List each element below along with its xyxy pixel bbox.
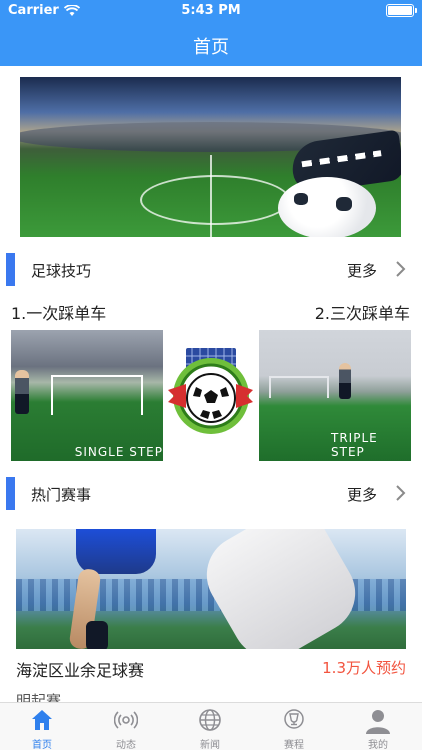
soccer-badge-icon bbox=[168, 348, 253, 434]
tab-profile[interactable]: 我的 bbox=[336, 703, 420, 750]
tab-schedule[interactable]: 赛程 bbox=[252, 703, 336, 750]
status-bar: Carrier 5:43 PM bbox=[0, 0, 422, 22]
player-figure bbox=[15, 370, 29, 414]
skill-title-1[interactable]: 1.一次踩单车 bbox=[11, 300, 106, 324]
soccer-logo bbox=[166, 330, 255, 461]
events-section-title: 热门赛事 bbox=[31, 486, 92, 504]
events-more-link[interactable]: 更多 bbox=[347, 484, 377, 505]
skill-video-thumbnail-2[interactable]: TRIPLE STEP bbox=[259, 330, 411, 461]
skill-caption-1: SINGLE STEP bbox=[74, 445, 163, 459]
match-image[interactable] bbox=[16, 529, 406, 649]
match-reservation-count: 1.3万人预约 bbox=[322, 659, 406, 677]
soccer-ball-graphic bbox=[278, 177, 376, 237]
player-figure bbox=[339, 363, 351, 399]
chevron-right-icon[interactable] bbox=[390, 259, 410, 279]
navigation-header: Carrier 5:43 PM 首页 bbox=[0, 0, 422, 66]
battery-icon bbox=[386, 4, 414, 17]
broadcast-icon bbox=[114, 711, 138, 729]
tab-news[interactable]: 新闻 bbox=[168, 703, 252, 750]
skills-more-link[interactable]: 更多 bbox=[347, 260, 377, 281]
skill-title-2[interactable]: 2.三次踩单车 bbox=[315, 300, 410, 324]
tab-activity[interactable]: 动态 bbox=[84, 703, 168, 750]
match-title[interactable]: 海淀区业余足球赛 bbox=[16, 657, 144, 681]
home-icon bbox=[32, 710, 52, 730]
status-time: 5:43 PM bbox=[181, 3, 241, 18]
tab-bar: 首页 动态 新闻 赛程 我的 bbox=[0, 702, 422, 750]
skills-section-header: 足球技巧 更多 bbox=[0, 251, 422, 287]
person-icon bbox=[366, 710, 390, 734]
skills-section-title: 足球技巧 bbox=[31, 262, 92, 280]
globe-icon bbox=[199, 709, 221, 731]
events-section-header: 热门赛事 更多 bbox=[0, 475, 422, 511]
section-accent-bar bbox=[6, 253, 15, 286]
tab-home[interactable]: 首页 bbox=[0, 703, 84, 750]
section-accent-bar bbox=[6, 477, 15, 510]
chevron-right-icon[interactable] bbox=[390, 483, 410, 503]
skill-caption-2: TRIPLE STEP bbox=[331, 431, 378, 459]
skill-video-thumbnail-1[interactable]: SINGLE STEP bbox=[11, 330, 163, 461]
page-title: 首页 bbox=[193, 37, 229, 58]
trophy-icon bbox=[284, 709, 304, 729]
banner-image[interactable] bbox=[20, 77, 401, 237]
